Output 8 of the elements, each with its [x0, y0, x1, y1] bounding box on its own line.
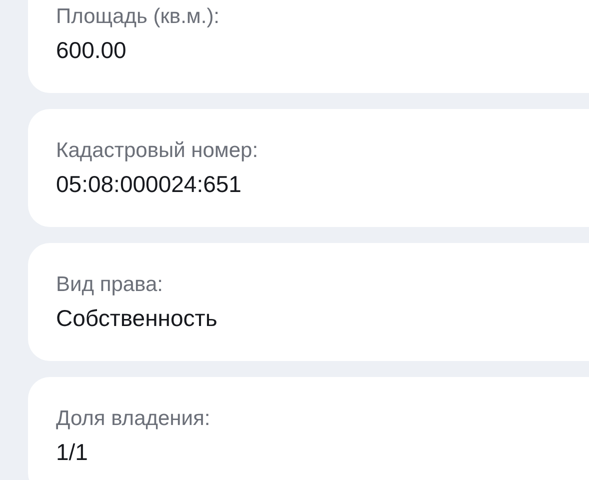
field-label: Кадастровый номер:: [56, 138, 260, 164]
field-label: Вид права:: [56, 272, 164, 298]
field-label: Доля владения:: [56, 406, 212, 432]
field-value: 05:08:000024:651: [56, 170, 242, 198]
field-value: Собственность: [56, 304, 218, 332]
field-value: 1/1: [56, 438, 89, 466]
field-label: Площадь (кв.м.):: [56, 4, 221, 30]
field-value: 600.00: [56, 36, 128, 64]
